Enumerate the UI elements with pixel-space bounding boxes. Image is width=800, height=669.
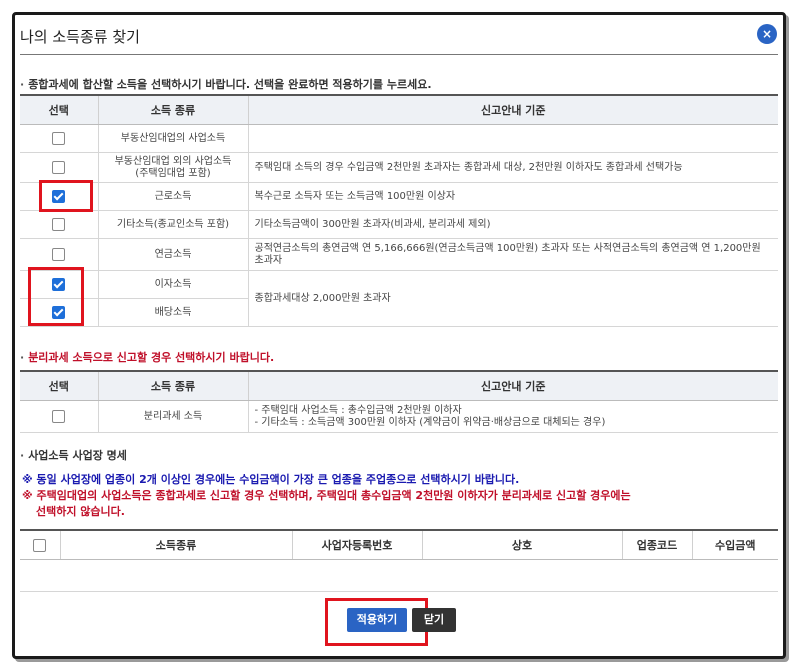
header-income-type: 소득 종류 <box>97 94 248 125</box>
income-type-table: 선택 소득 종류 신고안내 기준 부동산임대업의 사업소득 부동산임대업 외의 … <box>20 94 778 327</box>
close-button[interactable]: 닫기 <box>412 608 456 632</box>
guide-text: 공적연금소득의 총연금액 연 5,166,666원(연금소득금액 100만원) … <box>247 238 778 271</box>
income-type-label: 부동산임대업 외의 사업소득 (주택임대업 포함) <box>97 152 248 183</box>
table-row: 분리과세 소득 - 주택임대 사업소득 : 총수입금액 2천만원 이하자 - 기… <box>20 400 778 433</box>
table-row: 기타소득(종교인소득 포함) 기타소득금액이 300만원 초과자(비과세, 분리… <box>20 210 778 239</box>
highlight-earned-income <box>39 180 93 212</box>
guide-line1: - 주택임대 사업소득 : 총수입금액 2천만원 이하자 <box>254 404 462 416</box>
table-empty-row <box>20 559 778 592</box>
header-industry-code: 업종코드 <box>621 529 692 560</box>
notice-housing-rental: ※ 주택임대업의 사업소득은 종합과세로 신고할 경우 선택하며, 주택임대 총… <box>22 488 631 520</box>
header-income-type: 소득 종류 <box>97 370 248 401</box>
notice-main-business: ※ 동일 사업장에 업종이 2개 이상인 경우에는 수입금액이 가장 큰 업종을… <box>22 473 520 486</box>
section2-instruction: · 분리과세 소득으로 신고할 경우 선택하시기 바랍니다. <box>20 351 275 364</box>
guide-text: 종합과세대상 2,000만원 초과자 <box>247 270 778 327</box>
income-type-label: 배당소득 <box>97 298 248 327</box>
checkbox-other-income[interactable] <box>52 217 66 231</box>
header-income-type: 소득종류 <box>59 529 292 560</box>
header-guide: 신고안내 기준 <box>247 94 778 125</box>
guide-text <box>247 124 778 153</box>
notice-line1: ※ 주택임대업의 사업소득은 종합과세로 신고할 경우 선택하며, 주택임대 총… <box>22 489 631 502</box>
header-guide: 신고안내 기준 <box>247 370 778 401</box>
income-type-label: 근로소득 <box>97 182 248 211</box>
header-select: 선택 <box>20 94 98 125</box>
guide-text: 기타소득금액이 300만원 초과자(비과세, 분리과세 제외) <box>247 210 778 239</box>
section1-instruction: · 종합과세에 합산할 소득을 선택하시기 바랍니다. 선택을 완료하면 적용하기… <box>20 78 432 91</box>
close-icon[interactable]: × <box>757 24 777 44</box>
guide-text: - 주택임대 사업소득 : 총수입금액 2천만원 이하자 - 기타소득 : 소득… <box>247 400 778 433</box>
business-place-table: 소득종류 사업자등록번호 상호 업종코드 수입금액 <box>20 529 778 592</box>
income-type-label: 이자소득 <box>97 270 248 299</box>
header-business-number: 사업자등록번호 <box>291 529 422 560</box>
table-header-row: 선택 소득 종류 신고안내 기준 <box>20 370 778 401</box>
highlight-interest-dividend <box>28 267 84 326</box>
empty-cell <box>20 559 778 592</box>
checkbox-pension-income[interactable] <box>52 247 66 261</box>
header-revenue: 수입금액 <box>691 529 778 560</box>
table-row: 부동산임대업의 사업소득 <box>20 124 778 153</box>
income-type-label: 연금소득 <box>97 238 248 271</box>
table-row: 연금소득 공적연금소득의 총연금액 연 5,166,666원(연금소득금액 10… <box>20 238 778 271</box>
checkbox-select-all[interactable] <box>33 538 47 552</box>
section3-label: · 사업소득 사업장 명세 <box>20 449 127 462</box>
table-row: 부동산임대업 외의 사업소득 (주택임대업 포함) 주택임대 소득의 경우 수입… <box>20 152 778 183</box>
income-type-label: 기타소득(종교인소득 포함) <box>97 210 248 239</box>
guide-text: 주택임대 소득의 경우 수입금액 2천만원 초과자는 종합과세 대상, 2천만원… <box>247 152 778 183</box>
table-row: 이자소득 종합과세대상 2,000만원 초과자 <box>20 270 778 327</box>
separate-taxation-table: 선택 소득 종류 신고안내 기준 분리과세 소득 - 주택임대 사업소득 : 총… <box>20 370 778 433</box>
header-select: 선택 <box>20 370 98 401</box>
table-header-row: 선택 소득 종류 신고안내 기준 <box>20 94 778 125</box>
income-type-label: 분리과세 소득 <box>97 400 248 433</box>
header-trade-name: 상호 <box>421 529 622 560</box>
dialog-title: 나의 소득종류 찾기 <box>20 28 140 46</box>
income-type-label: 부동산임대업의 사업소득 <box>97 124 248 153</box>
apply-button[interactable]: 적용하기 <box>347 608 407 632</box>
guide-line2: - 기타소득 : 소득금액 300만원 이하자 (계약금이 위약금·배상금으로 … <box>254 416 606 428</box>
guide-text: 복수근로 소득자 또는 소득금액 100만원 이상자 <box>247 182 778 211</box>
notice-line2: 선택하지 않습니다. <box>36 505 125 518</box>
header-select-all <box>20 529 60 560</box>
income-type-line1: 부동산임대업 외의 사업소득 <box>114 155 232 167</box>
checkbox-business-income[interactable] <box>52 160 66 174</box>
title-divider <box>20 54 778 55</box>
table-row: 근로소득 복수근로 소득자 또는 소득금액 100만원 이상자 <box>20 182 778 211</box>
checkbox-separate-taxation[interactable] <box>52 409 66 423</box>
checkbox-real-estate-rental[interactable] <box>52 131 66 145</box>
income-type-line2: (주택임대업 포함) <box>135 167 211 179</box>
table-header-row: 소득종류 사업자등록번호 상호 업종코드 수입금액 <box>20 529 778 560</box>
